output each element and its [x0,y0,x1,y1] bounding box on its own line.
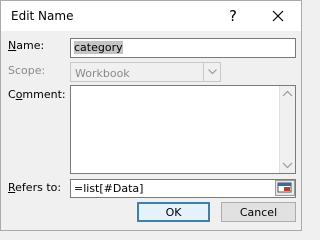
name-label: Name: [8,39,45,52]
help-icon: ? [229,7,237,25]
help-button[interactable]: ? [219,3,247,29]
collapse-dialog-button[interactable] [275,180,295,196]
close-icon [272,10,284,22]
close-button[interactable] [263,3,293,29]
dialog-title: Edit Name [11,9,74,23]
ok-button[interactable]: OK [137,202,210,222]
scope-dropdown[interactable]: Workbook [70,62,221,82]
scope-label: Scope: [8,64,46,77]
scope-dropdown-arrow[interactable] [203,63,220,81]
comment-textarea[interactable] [70,85,296,174]
name-input-value: category [74,41,123,54]
comment-scrollbar[interactable] [279,86,295,173]
refers-to-value: =list[#Data] [74,182,144,195]
collapse-dialog-icon [277,182,292,193]
chevron-down-icon [207,69,217,75]
ok-button-label: OK [165,205,182,219]
scope-value: Workbook [75,67,130,80]
comment-label: Comment: [8,88,66,101]
scroll-up-icon[interactable] [282,90,293,98]
cancel-button-label: Cancel [239,205,278,219]
scroll-down-icon[interactable] [282,161,293,169]
cancel-button[interactable]: Cancel [221,202,296,222]
title-bar: Edit Name ? [1,1,301,31]
refers-to-label: Refers to: [8,181,62,194]
name-input[interactable]: category [70,38,296,58]
edit-name-dialog: Edit Name ? Name: category Scope: Workbo… [0,0,302,231]
refers-to-input[interactable]: =list[#Data] [70,179,296,198]
